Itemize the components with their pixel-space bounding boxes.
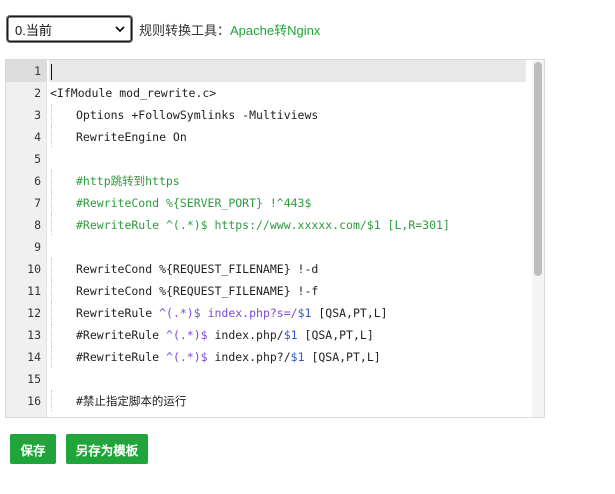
- code-token: index.php/: [214, 328, 284, 342]
- scrollbar-track[interactable]: [532, 60, 544, 417]
- code-token: <IfModule mod_rewrite.c>: [50, 86, 217, 100]
- code-token: RewriteEngine On: [76, 130, 187, 144]
- text-cursor: [51, 63, 52, 80]
- line-code: #RewriteRule ^(.*)$ https://www.xxxxx.co…: [49, 214, 526, 236]
- line-number: 11: [27, 284, 41, 298]
- code-token: ^(.*)$: [166, 328, 215, 342]
- code-token: RewriteCond %{REQUEST_FILENAME} !-f: [76, 284, 319, 298]
- line-code: RewriteCond %{REQUEST_FILENAME} !-f: [49, 280, 526, 302]
- line-number: 5: [34, 152, 41, 166]
- line-code: #RewriteCond %{SERVER_PORT} !^443$: [49, 192, 526, 214]
- code-line[interactable]: 3 Options +FollowSymlinks -Multiviews: [6, 104, 544, 126]
- code-lines: 1 2 <IfModule mod_rewrite.c> 3 Options +Foll…: [6, 60, 544, 412]
- code-token: index.php?s=/: [207, 306, 298, 320]
- code-line[interactable]: 13 #RewriteRule ^(.*)$ index.php/$1 [QSA,…: [6, 324, 544, 346]
- code-token: $1: [283, 328, 298, 342]
- indent-guide: [50, 324, 76, 346]
- line-number: 14: [27, 350, 41, 364]
- line-code: #禁止指定脚本的运行: [49, 390, 526, 412]
- indent-guide: [50, 346, 76, 368]
- code-line[interactable]: 11 RewriteCond %{REQUEST_FILENAME} !-f: [6, 280, 544, 302]
- line-number: 6: [34, 174, 41, 188]
- indent-guide: [50, 302, 76, 324]
- save-as-template-button[interactable]: 另存为模板: [66, 434, 148, 464]
- indent-guide: [50, 126, 76, 148]
- code-token: #http跳转到https: [76, 174, 180, 188]
- code-line[interactable]: 15: [6, 368, 544, 390]
- code-token: ^(.*)$: [159, 306, 208, 320]
- code-editor[interactable]: 1 2 <IfModule mod_rewrite.c> 3 Options +Foll…: [5, 59, 545, 418]
- code-line[interactable]: 14 #RewriteRule ^(.*)$ index.php?/$1 [QSA…: [6, 346, 544, 368]
- indent-guide: [50, 258, 76, 280]
- code-line[interactable]: 1: [6, 60, 544, 82]
- indent-guide: [50, 170, 76, 192]
- code-token: RewriteCond %{REQUEST_FILENAME} !-d: [76, 262, 319, 276]
- code-line[interactable]: 4 RewriteEngine On: [6, 126, 544, 148]
- code-line[interactable]: 2 <IfModule mod_rewrite.c>: [6, 82, 544, 104]
- line-number: 7: [34, 196, 41, 210]
- code-line[interactable]: 5: [6, 148, 544, 170]
- code-token: [QSA,PT,L]: [304, 350, 381, 364]
- line-code: [49, 236, 526, 258]
- scrollbar-thumb[interactable]: [534, 62, 542, 276]
- apache-to-nginx-link[interactable]: Apache转Nginx: [230, 20, 320, 39]
- line-code: #RewriteRule ^(.*)$ index.php/$1 [QSA,PT…: [49, 324, 526, 346]
- code-token: #RewriteCond %{SERVER_PORT} !^443$: [76, 196, 312, 210]
- save-button[interactable]: 保存: [10, 434, 56, 464]
- indent-guide: [50, 192, 76, 214]
- code-token: ^(.*)$: [166, 350, 215, 364]
- line-number: 2: [34, 86, 41, 100]
- line-code: #http跳转到https: [49, 170, 526, 192]
- indent-guide: [50, 214, 76, 236]
- code-token: #RewriteRule ^(.*)$ https://www.xxxxx.co…: [76, 218, 450, 232]
- code-token: index.php?/: [214, 350, 291, 364]
- indent-guide: [50, 390, 76, 412]
- line-number: 12: [27, 306, 41, 320]
- line-number: 10: [27, 262, 41, 276]
- rule-convert-label: 规则转换工具：: [139, 22, 231, 38]
- line-code: [49, 368, 526, 390]
- line-number: 16: [27, 394, 41, 408]
- code-line[interactable]: 16 #禁止指定脚本的运行: [6, 390, 544, 412]
- code-token: #RewriteRule: [76, 328, 167, 342]
- code-line[interactable]: 9: [6, 236, 544, 258]
- line-code: <IfModule mod_rewrite.c>: [49, 82, 526, 104]
- line-code: #RewriteRule ^(.*)$ index.php?/$1 [QSA,P…: [49, 346, 526, 368]
- line-code: Options +FollowSymlinks -Multiviews: [49, 104, 526, 126]
- line-number: 1: [6, 60, 47, 82]
- code-token: $1: [297, 306, 312, 320]
- chevron-down-icon: [114, 23, 126, 35]
- indent-guide: [50, 280, 76, 302]
- code-token: #RewriteRule: [76, 350, 167, 364]
- line-number: 3: [34, 108, 41, 122]
- line-number: 15: [27, 372, 41, 386]
- code-line[interactable]: 8 #RewriteRule ^(.*)$ https://www.xxxxx.c…: [6, 214, 544, 236]
- version-select[interactable]: 0.当前: [6, 15, 133, 43]
- code-token: [QSA,PT,L]: [311, 306, 388, 320]
- line-number: 4: [34, 130, 41, 144]
- line-code: [49, 60, 526, 82]
- code-line[interactable]: 10 RewriteCond %{REQUEST_FILENAME} !-d: [6, 258, 544, 280]
- indent-guide: [50, 104, 76, 126]
- line-code: RewriteEngine On: [49, 126, 526, 148]
- code-token: [QSA,PT,L]: [297, 328, 374, 342]
- code-line[interactable]: 7 #RewriteCond %{SERVER_PORT} !^443$: [6, 192, 544, 214]
- line-code: RewriteRule ^(.*)$ index.php?s=/$1 [QSA,…: [49, 302, 526, 324]
- code-token: $1: [290, 350, 305, 364]
- version-select-value: 0.当前: [15, 22, 52, 38]
- code-line[interactable]: 12 RewriteRule ^(.*)$ index.php?s=/$1 [QS…: [6, 302, 544, 324]
- code-token: #禁止指定脚本的运行: [76, 394, 187, 408]
- line-code: RewriteCond %{REQUEST_FILENAME} !-d: [49, 258, 526, 280]
- code-token: RewriteRule: [76, 306, 160, 320]
- line-number: 13: [27, 328, 41, 342]
- line-code: [49, 148, 526, 170]
- code-line[interactable]: 6 #http跳转到https: [6, 170, 544, 192]
- code-token: Options +FollowSymlinks -Multiviews: [76, 108, 319, 122]
- line-number: 9: [34, 240, 41, 254]
- toolbar: 0.当前 规则转换工具： Apache转Nginx: [6, 14, 320, 44]
- line-number: 8: [34, 218, 41, 232]
- action-buttons: 保存 另存为模板: [10, 434, 148, 464]
